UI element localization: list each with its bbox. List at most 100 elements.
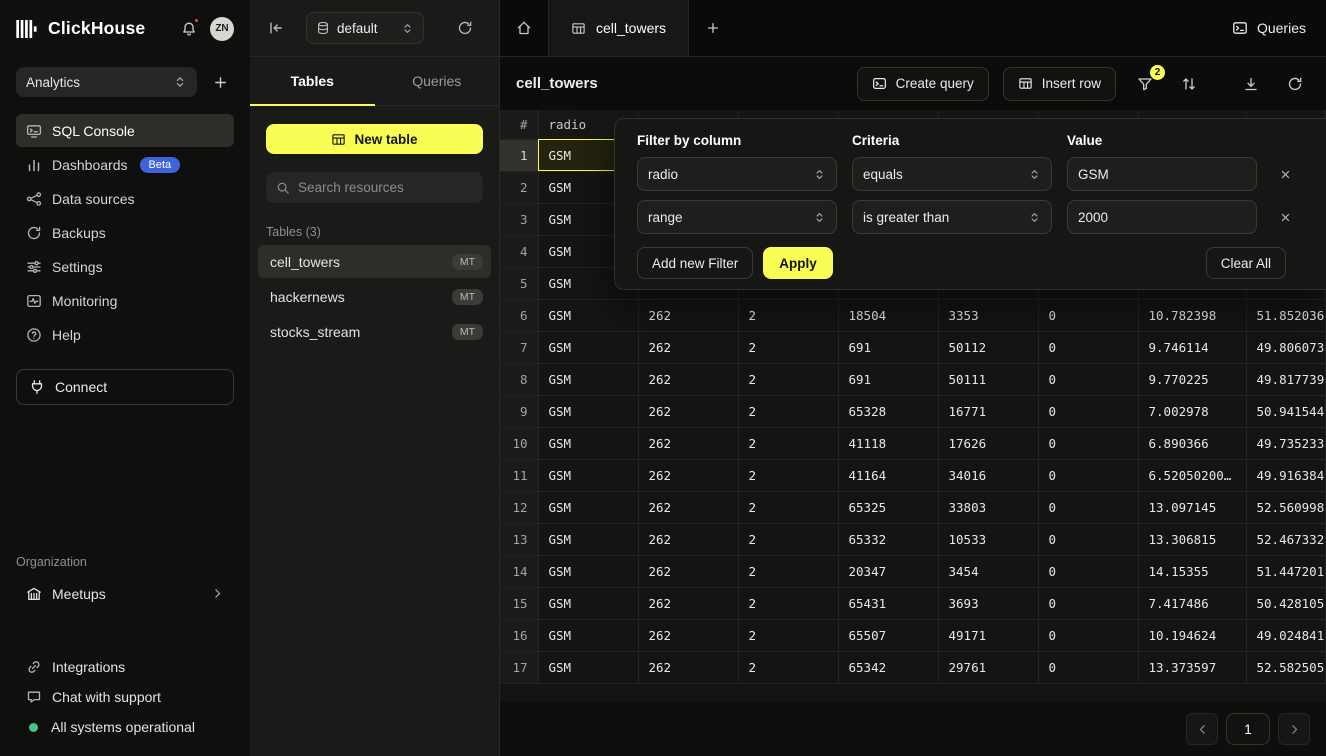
cell[interactable]: 262 bbox=[638, 555, 738, 587]
cell[interactable]: 0 bbox=[1038, 523, 1138, 555]
sidebar-item-dashboards[interactable]: Dashboards Beta bbox=[16, 148, 234, 181]
cell[interactable]: 50111 bbox=[938, 363, 1038, 395]
cell[interactable]: 13.306815 bbox=[1138, 523, 1246, 555]
table-row[interactable]: 15 GSM 262 2 65431 3693 0 7.417486 50.42… bbox=[500, 587, 1326, 619]
filter-column-select[interactable]: radio bbox=[637, 157, 837, 191]
cell[interactable]: 10533 bbox=[938, 523, 1038, 555]
sidebar-item-chat-support[interactable]: Chat with support bbox=[0, 682, 250, 712]
cell[interactable]: 52.582505 bbox=[1246, 651, 1326, 683]
cell[interactable]: 262 bbox=[638, 651, 738, 683]
cell[interactable]: 65332 bbox=[838, 523, 938, 555]
cell[interactable]: GSM bbox=[538, 459, 638, 491]
cell[interactable]: 2 bbox=[738, 459, 838, 491]
new-tab-button[interactable] bbox=[689, 0, 737, 56]
cell[interactable]: 0 bbox=[1038, 395, 1138, 427]
cell[interactable]: 51.447201 bbox=[1246, 555, 1326, 587]
cell[interactable]: 49.817739 bbox=[1246, 363, 1326, 395]
cell[interactable]: 17626 bbox=[938, 427, 1038, 459]
cell[interactable]: 10.194624 bbox=[1138, 619, 1246, 651]
connect-button[interactable]: Connect bbox=[16, 369, 234, 405]
next-page-button[interactable] bbox=[1278, 713, 1310, 745]
cell[interactable]: 20347 bbox=[838, 555, 938, 587]
resource-search[interactable] bbox=[266, 172, 483, 203]
cell[interactable]: 0 bbox=[1038, 299, 1138, 331]
cell[interactable]: 50.428105 bbox=[1246, 587, 1326, 619]
cell[interactable]: 2 bbox=[738, 299, 838, 331]
cell[interactable]: 262 bbox=[638, 619, 738, 651]
cell[interactable]: 29761 bbox=[938, 651, 1038, 683]
cell[interactable]: 18504 bbox=[838, 299, 938, 331]
cell[interactable]: 65507 bbox=[838, 619, 938, 651]
cell[interactable]: 65325 bbox=[838, 491, 938, 523]
cell[interactable]: GSM bbox=[538, 363, 638, 395]
table-row[interactable]: 6 GSM 262 2 18504 3353 0 10.782398 51.85… bbox=[500, 299, 1326, 331]
table-row[interactable]: 7 GSM 262 2 691 50112 0 9.746114 49.8060… bbox=[500, 331, 1326, 363]
cell[interactable]: 65328 bbox=[838, 395, 938, 427]
cell[interactable]: 0 bbox=[1038, 459, 1138, 491]
cell[interactable]: 49.024841 bbox=[1246, 619, 1326, 651]
cell[interactable]: 13.097145 bbox=[1138, 491, 1246, 523]
cell[interactable]: 691 bbox=[838, 331, 938, 363]
cell[interactable]: 16771 bbox=[938, 395, 1038, 427]
cell[interactable]: 2 bbox=[738, 587, 838, 619]
cell[interactable]: 6.52050200… bbox=[1138, 459, 1246, 491]
sort-button[interactable] bbox=[1174, 69, 1204, 99]
cell[interactable]: 0 bbox=[1038, 587, 1138, 619]
tab-cell-towers[interactable]: cell_towers bbox=[548, 0, 689, 56]
table-row[interactable]: 8 GSM 262 2 691 50111 0 9.770225 49.8177… bbox=[500, 363, 1326, 395]
cell[interactable]: 33803 bbox=[938, 491, 1038, 523]
table-row[interactable]: 14 GSM 262 2 20347 3454 0 14.15355 51.44… bbox=[500, 555, 1326, 587]
sidebar-item-integrations[interactable]: Integrations bbox=[0, 652, 250, 682]
refresh-resources-button[interactable] bbox=[451, 14, 479, 42]
cell[interactable]: 65342 bbox=[838, 651, 938, 683]
cell[interactable]: GSM bbox=[538, 555, 638, 587]
sidebar-item-monitoring[interactable]: Monitoring bbox=[16, 284, 234, 317]
search-input[interactable] bbox=[298, 180, 475, 195]
sidebar-item-help[interactable]: Help bbox=[16, 318, 234, 351]
database-select[interactable]: default bbox=[306, 12, 424, 44]
queries-button[interactable]: Queries bbox=[1232, 20, 1306, 36]
filter-button[interactable]: 2 bbox=[1130, 69, 1160, 99]
table-row[interactable]: 9 GSM 262 2 65328 16771 0 7.002978 50.94… bbox=[500, 395, 1326, 427]
clear-filters-button[interactable]: Clear All bbox=[1206, 247, 1286, 279]
cell[interactable]: GSM bbox=[538, 299, 638, 331]
cell[interactable]: 262 bbox=[638, 523, 738, 555]
cell[interactable]: 2 bbox=[738, 395, 838, 427]
cell[interactable]: 262 bbox=[638, 395, 738, 427]
cell[interactable]: 2 bbox=[738, 427, 838, 459]
collapse-panel-button[interactable] bbox=[262, 14, 290, 42]
insert-row-button[interactable]: Insert row bbox=[1003, 67, 1116, 101]
table-item-stocks-stream[interactable]: stocks_stream MT bbox=[258, 315, 491, 348]
cell[interactable]: 41164 bbox=[838, 459, 938, 491]
cell[interactable]: 0 bbox=[1038, 555, 1138, 587]
cell[interactable]: 9.746114 bbox=[1138, 331, 1246, 363]
cell[interactable]: 51.852036 bbox=[1246, 299, 1326, 331]
filter-value-input[interactable] bbox=[1067, 157, 1257, 191]
cell[interactable]: 52.560998 bbox=[1246, 491, 1326, 523]
cell[interactable]: GSM bbox=[538, 651, 638, 683]
cell[interactable]: 0 bbox=[1038, 331, 1138, 363]
add-filter-button[interactable]: Add new Filter bbox=[637, 247, 753, 279]
new-table-button[interactable]: New table bbox=[266, 124, 483, 154]
cell[interactable]: 0 bbox=[1038, 651, 1138, 683]
tab-queries[interactable]: Queries bbox=[375, 57, 500, 105]
cell[interactable]: GSM bbox=[538, 331, 638, 363]
notifications-button[interactable] bbox=[178, 18, 200, 40]
prev-page-button[interactable] bbox=[1186, 713, 1218, 745]
cell[interactable]: 52.4673325 bbox=[1246, 523, 1326, 555]
cell[interactable]: 49171 bbox=[938, 619, 1038, 651]
cell[interactable]: 9.770225 bbox=[1138, 363, 1246, 395]
cell[interactable]: 10.782398 bbox=[1138, 299, 1246, 331]
cell[interactable]: GSM bbox=[538, 491, 638, 523]
cell[interactable]: 3353 bbox=[938, 299, 1038, 331]
cell[interactable]: 2 bbox=[738, 619, 838, 651]
cell[interactable]: 7.002978 bbox=[1138, 395, 1246, 427]
cell[interactable]: 0 bbox=[1038, 363, 1138, 395]
cell[interactable]: 34016 bbox=[938, 459, 1038, 491]
sidebar-item-settings[interactable]: Settings bbox=[16, 250, 234, 283]
apply-filters-button[interactable]: Apply bbox=[763, 247, 833, 279]
table-row[interactable]: 11 GSM 262 2 41164 34016 0 6.52050200… 4… bbox=[500, 459, 1326, 491]
download-button[interactable] bbox=[1236, 69, 1266, 99]
cell[interactable]: 50112 bbox=[938, 331, 1038, 363]
cell[interactable]: 2 bbox=[738, 555, 838, 587]
